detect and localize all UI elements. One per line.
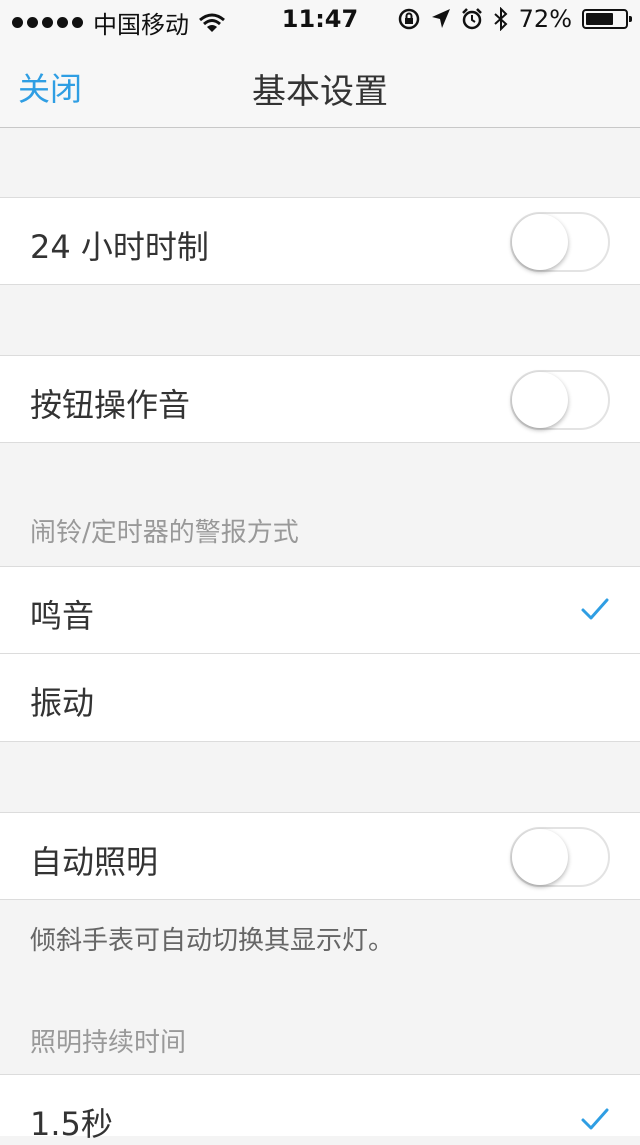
option-label: 1.5秒 xyxy=(30,1105,113,1143)
status-bar: 中国移动 11:47 72% xyxy=(0,0,640,40)
setting-label: 自动照明 xyxy=(30,843,159,881)
option-row-vibrate[interactable]: 振动 xyxy=(0,654,640,742)
section-header-light-duration: 照明持续时间 xyxy=(30,1028,187,1058)
auto-light-footnote: 倾斜手表可自动切换其显示灯。 xyxy=(30,926,395,956)
location-icon xyxy=(431,9,450,28)
rotation-lock-icon xyxy=(398,8,419,30)
status-right: 72% xyxy=(397,5,632,33)
setting-label: 按钮操作音 xyxy=(30,386,191,424)
option-row-beep[interactable]: 鸣音 xyxy=(0,566,640,654)
alarm-icon xyxy=(461,8,482,30)
checkmark-icon xyxy=(581,598,609,620)
setting-row-24-hour: 24 小时时制 xyxy=(0,197,640,285)
section-header-alert-mode: 闹铃/定时器的警报方式 xyxy=(30,518,299,548)
option-row-1-5-seconds[interactable]: 1.5秒 xyxy=(0,1074,640,1143)
setting-label: 24 小时时制 xyxy=(30,228,209,266)
toggle-24-hour[interactable] xyxy=(510,212,610,272)
setting-row-button-sound: 按钮操作音 xyxy=(0,355,640,443)
navigation-bar: 关闭 基本设置 xyxy=(0,40,640,128)
checkmark-icon xyxy=(581,1108,609,1130)
option-label: 振动 xyxy=(30,684,95,722)
toggle-auto-light[interactable] xyxy=(510,827,610,887)
battery-icon xyxy=(582,9,632,29)
setting-row-auto-light: 自动照明 xyxy=(0,812,640,900)
page-title: 基本设置 xyxy=(252,72,388,112)
bluetooth-icon xyxy=(493,7,508,31)
battery-percent: 72% xyxy=(518,5,572,33)
option-label: 鸣音 xyxy=(30,597,95,635)
toggle-button-sound[interactable] xyxy=(510,370,610,430)
